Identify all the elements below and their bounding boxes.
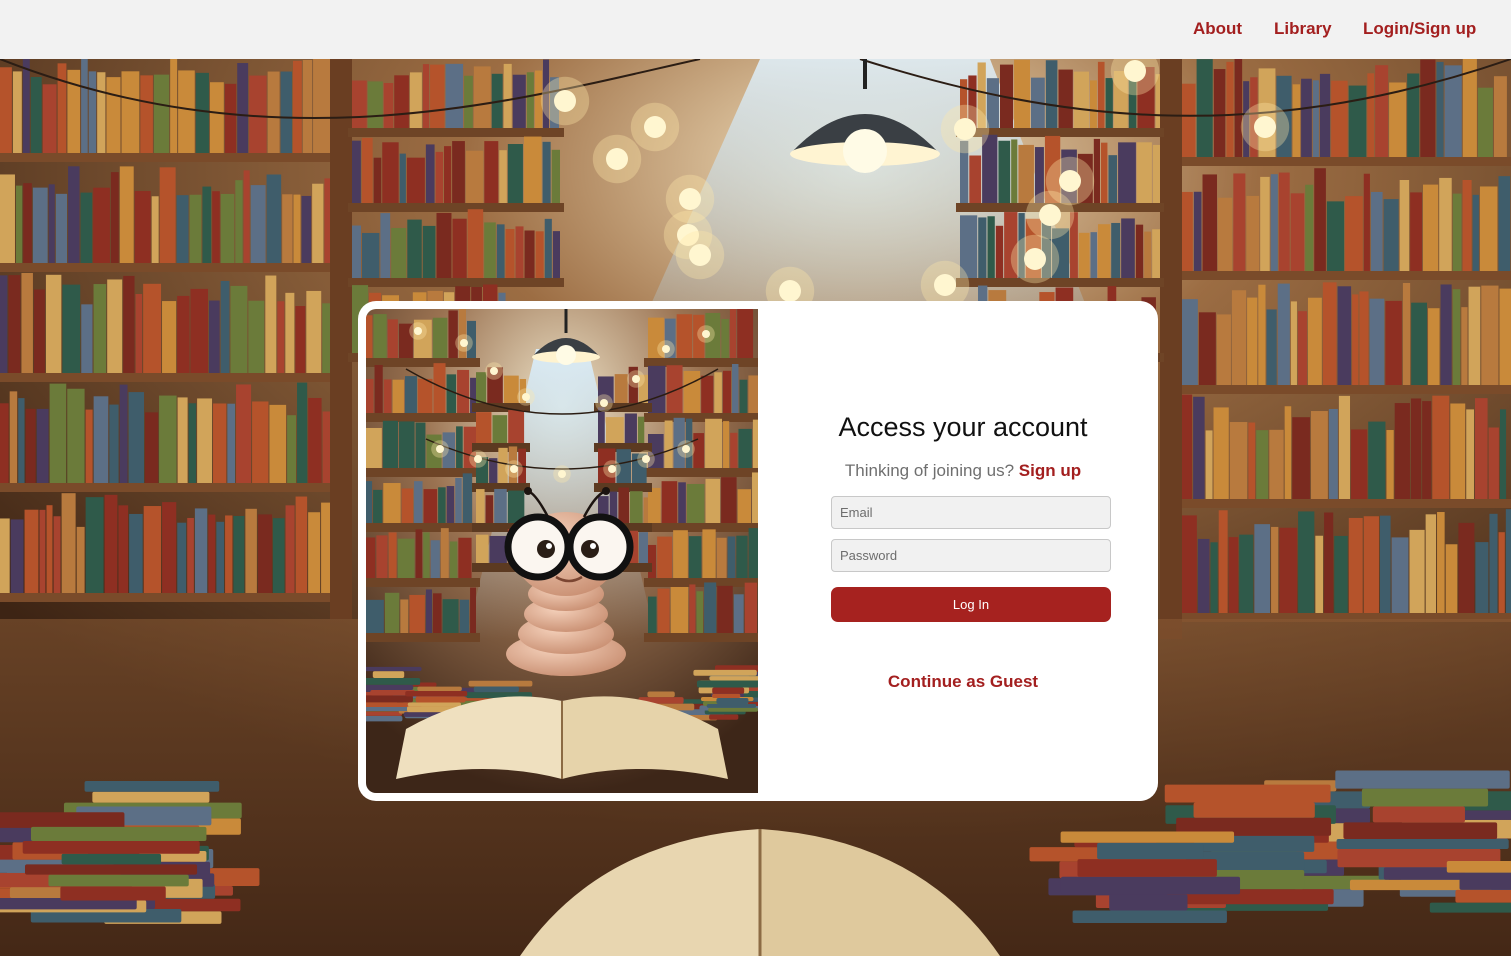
login-form-panel: Access your account Thinking of joining … xyxy=(758,301,1158,801)
top-navbar: About Library Login/Sign up xyxy=(0,0,1511,59)
page-title: Access your account xyxy=(838,412,1088,442)
bookworm-illustration xyxy=(366,309,758,793)
password-field[interactable] xyxy=(831,539,1111,572)
continue-as-guest-link[interactable]: Continue as Guest xyxy=(758,672,1168,692)
signup-prompt: Thinking of joining us? Sign up xyxy=(758,461,1168,481)
login-button[interactable]: Log In xyxy=(831,587,1111,622)
signup-prompt-text: Thinking of joining us? xyxy=(844,461,1015,480)
login-card: Access your account Thinking of joining … xyxy=(358,301,1158,801)
signup-link[interactable]: Sign up xyxy=(1019,461,1081,480)
nav-login-signup-link[interactable]: Login/Sign up xyxy=(1363,19,1476,39)
email-field[interactable] xyxy=(831,496,1111,529)
nav-about-link[interactable]: About xyxy=(1193,19,1242,39)
nav-library-link[interactable]: Library xyxy=(1274,19,1332,39)
